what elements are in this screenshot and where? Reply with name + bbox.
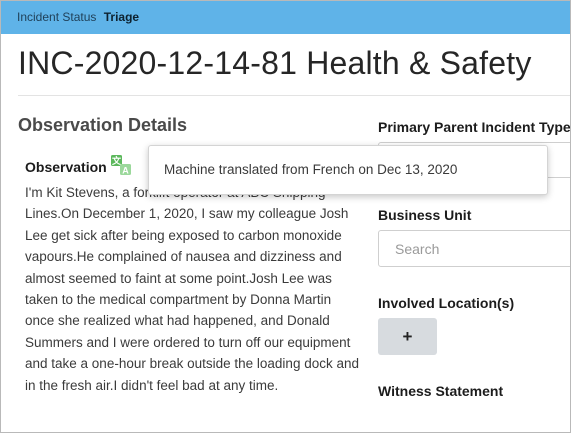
translation-tooltip: Machine translated from French on Dec 13… — [148, 145, 548, 195]
incident-status-label: Incident Status — [17, 10, 97, 24]
title-divider — [18, 95, 570, 96]
observation-text: I'm Kit Stevens, a forklift operator at … — [25, 185, 359, 393]
observation-label: Observation — [25, 159, 107, 175]
observation-details-heading: Observation Details — [18, 115, 188, 135]
witness-statement-label: Witness Statement — [378, 383, 504, 399]
translate-icon[interactable]: 文 A — [110, 154, 132, 176]
primary-parent-incident-type-label: Primary Parent Incident Type — [378, 119, 571, 135]
add-location-button[interactable]: + — [378, 318, 437, 355]
svg-text:文: 文 — [111, 155, 122, 166]
incident-status-bar: Incident Status Triage — [1, 1, 570, 34]
business-unit-label: Business Unit — [378, 207, 472, 223]
incident-status-value: Triage — [103, 10, 140, 24]
incident-page: Incident Status Triage INC-2020-12-14-81… — [0, 0, 571, 433]
page-title: INC-2020-12-14-81 Health & Safety — [18, 45, 532, 81]
involved-locations-label: Involved Location(s) — [378, 295, 515, 311]
svg-text:A: A — [122, 166, 129, 176]
business-unit-search-input[interactable] — [378, 230, 570, 267]
